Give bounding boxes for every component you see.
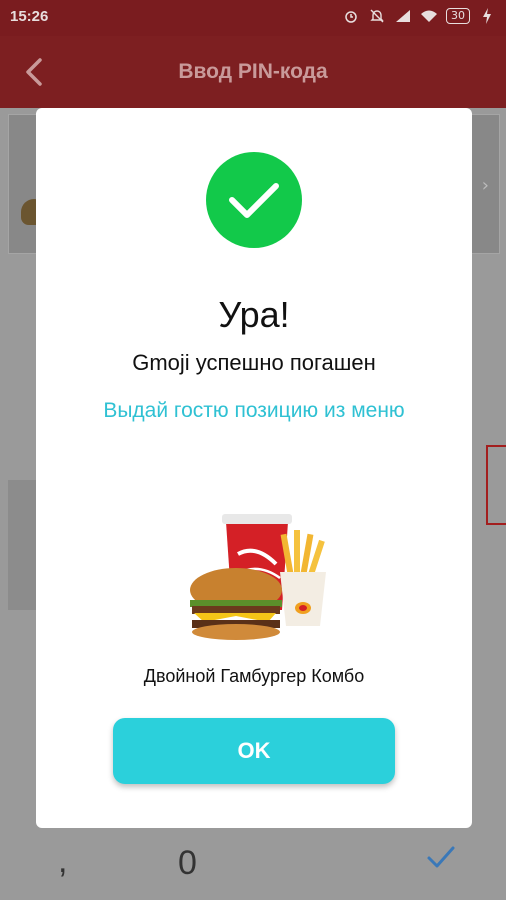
success-check-icon xyxy=(206,152,302,248)
ok-button[interactable]: OK xyxy=(113,718,395,784)
dialog-subtitle: Gmoji успешно погашен xyxy=(132,350,376,375)
status-bar: 15:26 30 xyxy=(0,0,506,36)
background-frame xyxy=(486,445,506,525)
status-time: 15:26 xyxy=(10,8,49,25)
mute-icon xyxy=(368,8,386,24)
key-comma[interactable]: , xyxy=(58,842,67,881)
battery-icon: 30 xyxy=(446,8,470,24)
dialog-title: Ура! xyxy=(218,294,290,335)
charging-icon xyxy=(478,8,496,24)
alarm-icon xyxy=(342,8,360,24)
status-icons: 30 xyxy=(342,8,496,24)
combo-meal-image xyxy=(176,504,346,644)
background-block xyxy=(8,480,38,610)
dialog-instruction: Выдай гостю позицию из меню xyxy=(103,399,405,422)
success-dialog: Ура! Gmoji успешно погашен Выдай гостю п… xyxy=(36,108,472,828)
signal-icon xyxy=(394,8,412,24)
key-zero[interactable]: 0 xyxy=(178,844,197,883)
app-bar: Ввод PIN-кода xyxy=(0,36,506,108)
page-title: Ввод PIN-кода xyxy=(178,60,328,83)
chevron-right-icon: › xyxy=(481,175,489,196)
product-name: Двойной Гамбургер Комбо xyxy=(143,666,365,686)
confirm-check-icon[interactable] xyxy=(426,844,456,874)
numeric-keypad: , 0 xyxy=(0,830,506,900)
wifi-icon xyxy=(420,8,438,24)
